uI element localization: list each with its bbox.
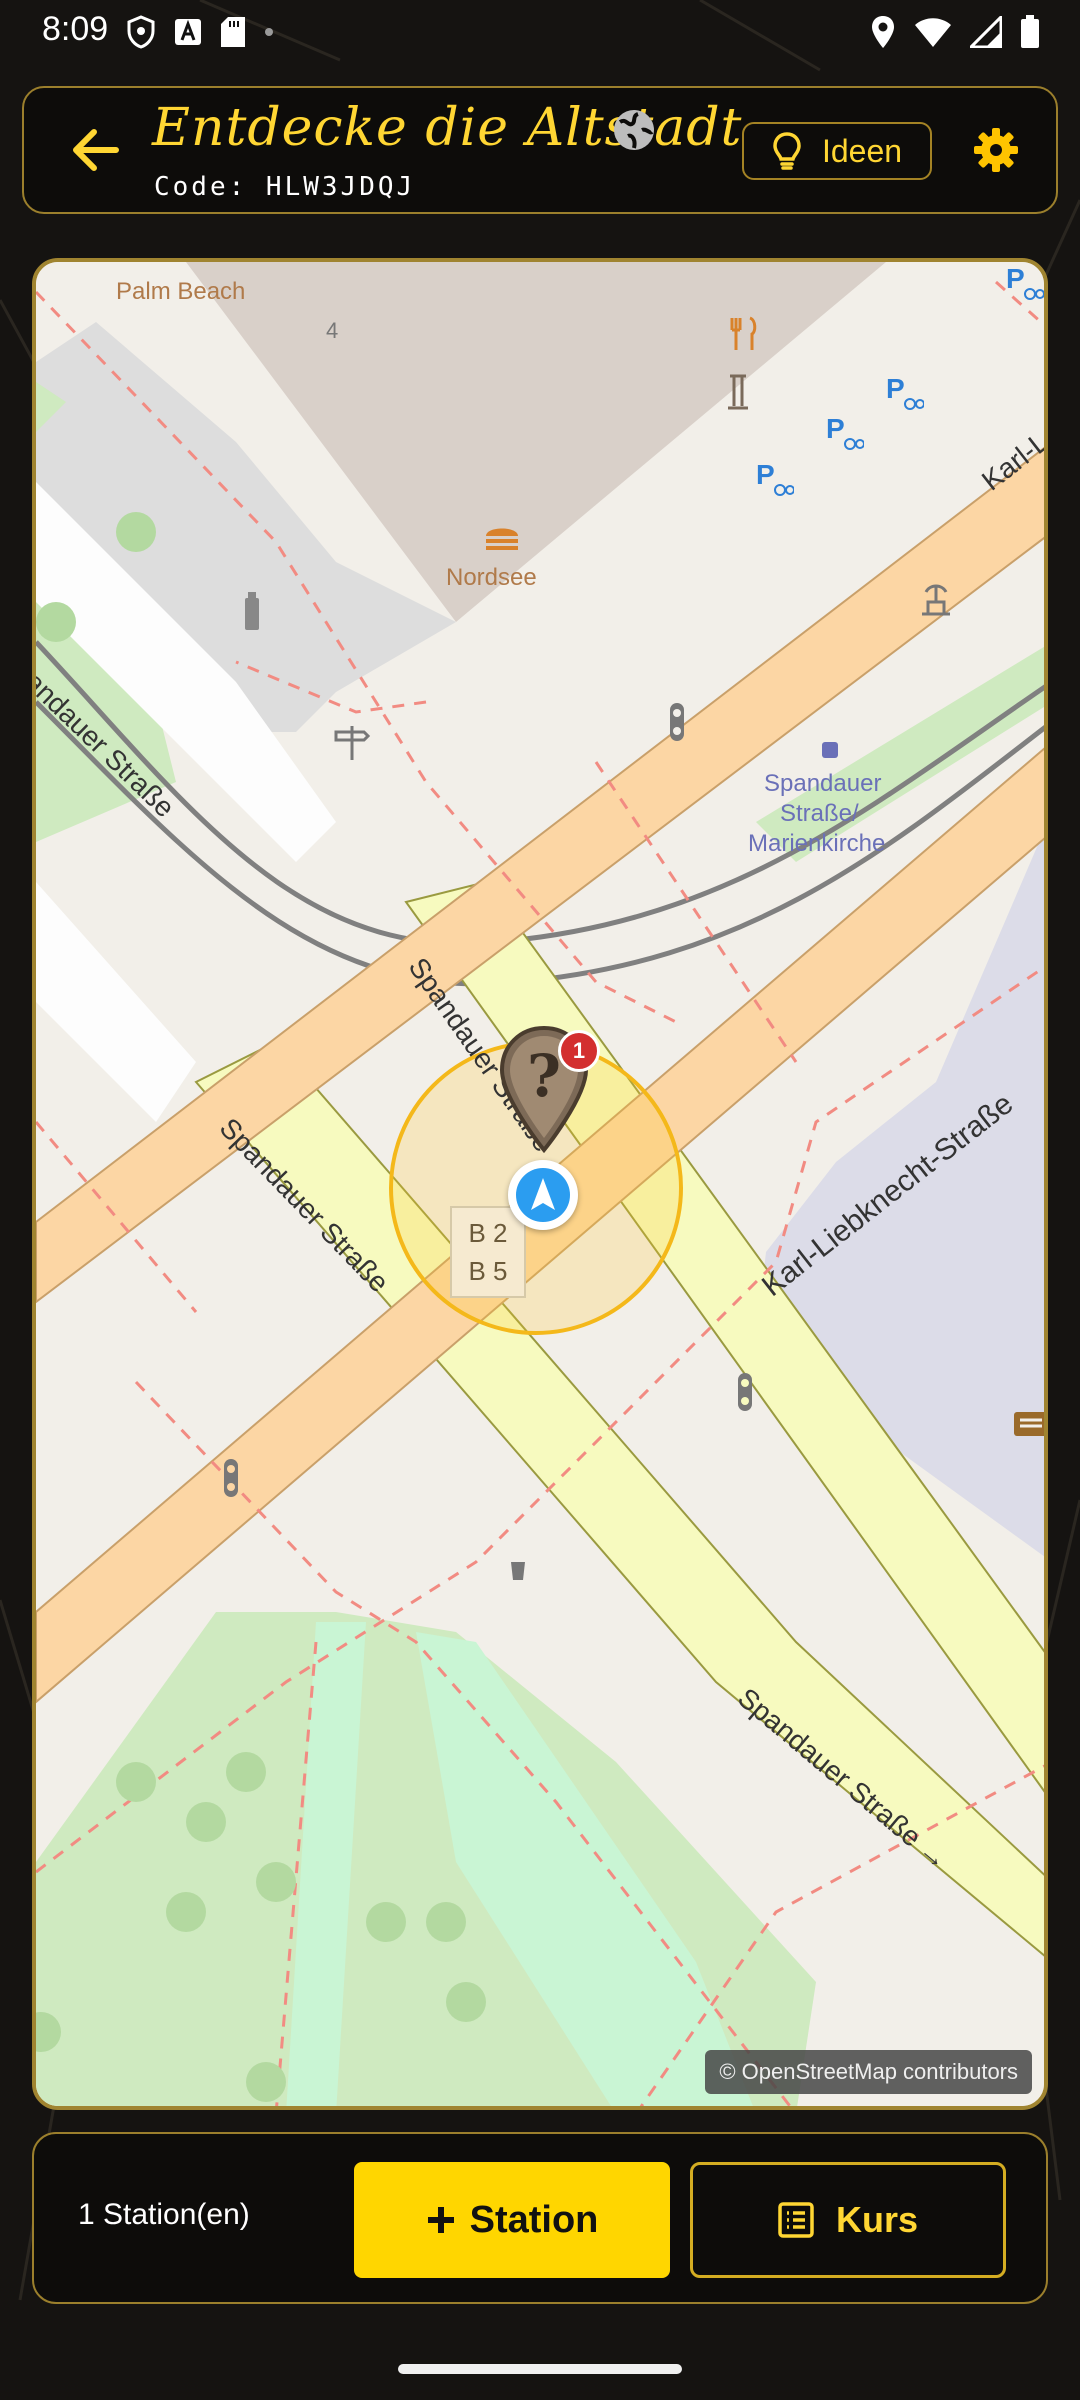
code-value: HLW3JDQJ [265, 172, 416, 202]
map-label-nordsee: Nordsee [446, 564, 537, 591]
arrow-left-icon [73, 129, 119, 171]
svg-text:P: P [826, 413, 845, 444]
wifi-icon [915, 18, 951, 47]
station-pin[interactable]: ? 1 [496, 1024, 600, 1154]
add-station-button[interactable]: Station [354, 2162, 670, 2278]
font-notification-icon [175, 19, 201, 45]
signal-icon [970, 16, 1002, 48]
map-label-stop: Marienkirche [748, 830, 886, 857]
shield-icon [127, 15, 155, 49]
traffic-light-icon [738, 1373, 752, 1411]
code-prefix: Code: [154, 172, 266, 202]
location-icon [872, 16, 894, 48]
plus-icon [427, 2207, 454, 2233]
map-label-number: 4 [326, 318, 339, 343]
map-label-stop: Straße/ [780, 800, 859, 827]
fountain-icon [922, 584, 950, 616]
header-card: Entdecke die Altstadt Code: HLW3JDQJ Ide… [22, 86, 1058, 214]
status-time: 8:09 [42, 10, 109, 48]
monument-icon [728, 374, 748, 410]
map-view[interactable]: Palm Beach 4 Nordsee Spandauer Straße Sp… [32, 258, 1048, 2110]
house-number: B 5 [468, 1256, 508, 1286]
waste-basket-icon [245, 592, 259, 630]
ideas-label: Ideen [821, 132, 903, 169]
svg-text:?: ? [527, 1042, 561, 1110]
map-attribution[interactable]: © OpenStreetMap contributors [705, 2050, 1032, 2094]
station-count: 1 Station(en) [78, 2198, 250, 2231]
battery-icon [1021, 15, 1039, 48]
status-bar: 8:09 [0, 0, 1080, 64]
traffic-light-icon [670, 703, 684, 741]
traffic-light-icon [224, 1459, 238, 1497]
game-code: Code: HLW3JDQJ [154, 172, 415, 202]
map-label-palm-beach: Palm Beach [116, 278, 246, 305]
bus-stop-icon [822, 742, 838, 758]
course-button[interactable]: Kurs [690, 2162, 1006, 2278]
back-button[interactable] [64, 118, 128, 182]
list-icon [778, 2202, 814, 2238]
bicycle-parking-icon: P [1006, 263, 1044, 300]
bicycle-parking-icon: P [886, 373, 924, 410]
settings-button[interactable] [964, 118, 1028, 182]
fastfood-icon [486, 528, 518, 550]
bicycle-parking-icon: P [756, 459, 794, 496]
signpost-icon [334, 726, 371, 760]
add-station-label: Station [469, 2198, 599, 2241]
home-indicator[interactable] [398, 2364, 682, 2374]
map-label-stop: Spandauer [764, 770, 882, 797]
bottom-bar: 1 Station(en) Station Kurs [32, 2132, 1048, 2304]
course-label: Kurs [835, 2199, 919, 2240]
svg-text:P: P [1006, 263, 1025, 294]
sd-card-icon [221, 17, 245, 47]
waste-basket-icon [511, 1562, 525, 1580]
station-count-badge: 1 [558, 1030, 600, 1072]
ideas-button[interactable]: Ideen [742, 122, 932, 180]
location-marker[interactable] [508, 1160, 578, 1230]
bicycle-parking-icon: P [826, 413, 864, 450]
svg-text:P: P [886, 373, 905, 404]
svg-text:P: P [756, 459, 775, 490]
restaurant-icon [730, 316, 757, 350]
globe-icon[interactable] [610, 106, 658, 154]
lightbulb-icon [773, 132, 801, 170]
dot-icon [265, 28, 273, 36]
gear-icon [974, 128, 1018, 172]
navigation-arrow-icon [516, 1168, 570, 1222]
info-board-icon [1014, 1412, 1044, 1436]
